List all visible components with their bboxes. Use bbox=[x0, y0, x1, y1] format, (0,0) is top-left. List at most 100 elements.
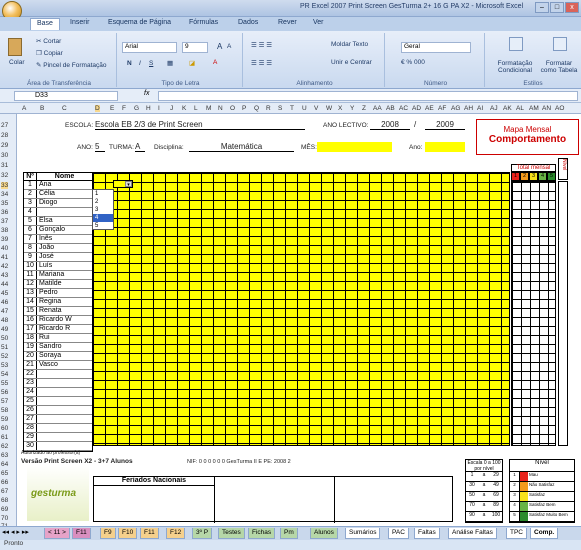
sheet-tab[interactable]: Pm bbox=[280, 528, 298, 539]
student-name[interactable] bbox=[37, 208, 92, 216]
student-name[interactable] bbox=[37, 406, 92, 414]
student-name[interactable]: Gonçalo bbox=[37, 226, 92, 234]
row-header[interactable]: 32 bbox=[1, 172, 8, 179]
student-name[interactable]: Mariana bbox=[37, 271, 92, 279]
student-name[interactable]: Matilde bbox=[37, 280, 92, 288]
column-header[interactable]: T bbox=[290, 105, 294, 112]
column-header[interactable]: X bbox=[338, 105, 342, 112]
row-header[interactable]: 43 bbox=[1, 272, 8, 279]
student-name[interactable]: Rui bbox=[37, 334, 92, 342]
student-name[interactable]: Pedro bbox=[37, 289, 92, 297]
row-header[interactable]: 66 bbox=[1, 479, 8, 486]
fill-color-icon[interactable]: ◪ bbox=[189, 59, 195, 67]
row-header[interactable]: 38 bbox=[1, 227, 8, 234]
column-header[interactable]: E bbox=[110, 105, 114, 112]
row-header[interactable]: 58 bbox=[1, 407, 8, 414]
row-header[interactable]: 41 bbox=[1, 254, 8, 261]
student-name[interactable]: Luís bbox=[37, 262, 92, 270]
sheet-tab[interactable]: F12 bbox=[166, 528, 186, 539]
dropdown-arrow-icon[interactable]: ▾ bbox=[125, 181, 132, 188]
column-header[interactable]: AK bbox=[503, 105, 512, 112]
paste-button[interactable]: Colar bbox=[9, 59, 25, 66]
sheet-tab[interactable]: F11 bbox=[140, 528, 159, 539]
row-header[interactable]: 50 bbox=[1, 335, 8, 342]
column-header[interactable]: C bbox=[62, 105, 67, 112]
column-header[interactable]: H bbox=[146, 105, 151, 112]
row-header[interactable]: 33 bbox=[1, 182, 9, 189]
row-header[interactable]: 53 bbox=[1, 362, 8, 369]
student-name[interactable] bbox=[37, 442, 92, 450]
format-table-button[interactable]: Formatar como Tabela bbox=[537, 60, 581, 74]
sheet-tab[interactable]: Comp. bbox=[530, 528, 559, 539]
tab-formulas[interactable]: Fórmulas bbox=[189, 19, 218, 31]
student-name[interactable]: Célia bbox=[37, 190, 92, 198]
cut-button[interactable]: ✂ Cortar bbox=[36, 37, 61, 45]
sheet-tab[interactable]: Alunos bbox=[310, 528, 338, 539]
merge-center-button[interactable]: Unir e Centrar bbox=[331, 59, 372, 66]
student-name[interactable]: Elsa bbox=[37, 217, 92, 225]
row-header[interactable]: 46 bbox=[1, 299, 8, 306]
column-header[interactable]: U bbox=[302, 105, 307, 112]
column-header[interactable]: AE bbox=[425, 105, 434, 112]
row-header[interactable]: 59 bbox=[1, 416, 8, 423]
column-header[interactable]: AI bbox=[477, 105, 483, 112]
row-header[interactable]: 27 bbox=[1, 122, 8, 129]
student-name[interactable] bbox=[37, 379, 92, 387]
row-header[interactable]: 45 bbox=[1, 290, 8, 297]
column-header[interactable]: R bbox=[266, 105, 271, 112]
student-name[interactable]: Vasco bbox=[37, 361, 92, 369]
column-header[interactable]: AC bbox=[399, 105, 408, 112]
row-header[interactable]: 34 bbox=[1, 191, 8, 198]
row-header[interactable]: 52 bbox=[1, 353, 8, 360]
column-header[interactable]: F bbox=[122, 105, 126, 112]
column-header[interactable]: L bbox=[194, 105, 198, 112]
row-header[interactable]: 64 bbox=[1, 461, 8, 468]
sheet-tab[interactable]: F10 bbox=[118, 528, 138, 539]
italic-button[interactable]: I bbox=[139, 60, 141, 67]
column-header[interactable]: V bbox=[314, 105, 318, 112]
dropdown-option[interactable]: 2 bbox=[93, 198, 113, 206]
row-header[interactable]: 36 bbox=[1, 209, 8, 216]
font-name-select[interactable]: Arial bbox=[122, 42, 177, 53]
evaluation-grid[interactable] bbox=[93, 172, 510, 446]
sheet-tab[interactable]: < 11 > bbox=[44, 528, 70, 539]
column-header[interactable]: AB bbox=[386, 105, 395, 112]
sheet-tab[interactable]: 3º P bbox=[192, 528, 213, 539]
close-button[interactable]: x bbox=[565, 2, 579, 13]
formula-input[interactable] bbox=[158, 91, 578, 101]
student-name[interactable]: Ana bbox=[37, 181, 92, 189]
tab-esquema[interactable]: Esquema de Página bbox=[108, 19, 171, 31]
sheet-tab[interactable]: PAC bbox=[388, 528, 409, 539]
borders-icon[interactable]: ▦ bbox=[167, 59, 173, 67]
row-header[interactable]: 44 bbox=[1, 281, 8, 288]
tab-scroll-icons[interactable]: ◂◂ ◂ ▸ ▸▸ bbox=[2, 528, 29, 536]
column-header[interactable]: I bbox=[158, 105, 160, 112]
grow-font-icon[interactable]: A bbox=[217, 42, 222, 51]
row-header[interactable]: 29 bbox=[1, 142, 8, 149]
row-header[interactable]: 47 bbox=[1, 308, 8, 315]
row-header[interactable]: 69 bbox=[1, 506, 8, 513]
conditional-format-button[interactable]: Formatação Condicional bbox=[491, 60, 539, 74]
row-header[interactable]: 56 bbox=[1, 389, 8, 396]
sheet-tab[interactable]: F11 bbox=[72, 528, 91, 539]
dropdown-option[interactable]: 5 bbox=[93, 222, 113, 230]
column-header[interactable]: AM bbox=[529, 105, 539, 112]
student-name[interactable]: Soraya bbox=[37, 352, 92, 360]
row-header[interactable]: 42 bbox=[1, 263, 8, 270]
row-header[interactable]: 61 bbox=[1, 434, 8, 441]
mes-input[interactable] bbox=[317, 142, 392, 152]
student-name[interactable] bbox=[37, 388, 92, 396]
validation-dropdown[interactable]: 12345 bbox=[92, 189, 114, 230]
shrink-font-icon[interactable]: A bbox=[227, 43, 231, 50]
student-name[interactable]: Diogo bbox=[37, 199, 92, 207]
worksheet[interactable]: ESCOLA: Escola EB 2/3 de Print Screen AN… bbox=[17, 114, 581, 535]
student-name[interactable]: Renata bbox=[37, 307, 92, 315]
row-header[interactable]: 63 bbox=[1, 452, 8, 459]
column-header[interactable]: W bbox=[326, 105, 332, 112]
name-box[interactable]: D33 bbox=[14, 91, 118, 101]
student-name[interactable] bbox=[37, 433, 92, 441]
sheet-tab[interactable]: TPC bbox=[506, 528, 527, 539]
student-name[interactable] bbox=[37, 424, 92, 432]
column-header[interactable]: B bbox=[40, 105, 44, 112]
row-header[interactable]: 54 bbox=[1, 371, 8, 378]
